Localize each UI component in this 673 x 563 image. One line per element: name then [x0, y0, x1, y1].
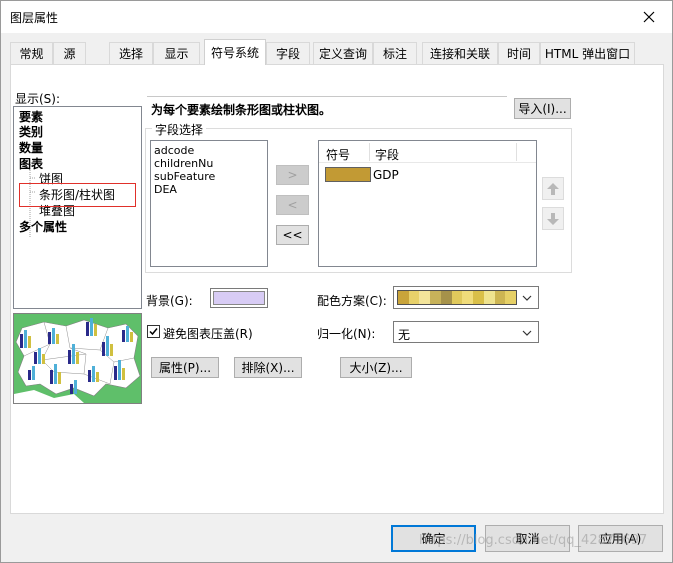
tab-labels[interactable]: 标注 [373, 42, 417, 64]
window-title: 图层属性 [10, 11, 59, 25]
color-scheme-swatch [451, 291, 463, 304]
tab-display[interactable]: 显示 [153, 42, 200, 64]
selected-fields-header: 符号 字段 [319, 141, 536, 163]
field-item[interactable]: subFeature [154, 170, 264, 183]
tab-source[interactable]: 源 [53, 42, 86, 64]
size-button[interactable]: 大小(Z)... [340, 357, 412, 378]
move-up-button[interactable] [542, 177, 564, 200]
color-scheme-swatch [430, 291, 441, 304]
import-button[interactable]: 导入(I)... [514, 98, 571, 119]
tree-item-features[interactable]: 要素 [19, 111, 43, 124]
close-icon [643, 11, 655, 22]
background-color-swatch [213, 291, 265, 305]
color-scheme-preview [397, 290, 517, 305]
arrow-down-icon [547, 212, 559, 225]
color-scheme-swatch [440, 291, 452, 304]
renderer-tree[interactable]: 要素 类别 数量 图表 饼图 条形图/柱状图 堆叠图 多个属性 [13, 106, 142, 309]
color-scheme-label: 配色方案(C): [317, 294, 387, 308]
tab-joins-relates[interactable]: 连接和关联 [422, 42, 498, 64]
chevron-down-icon [522, 295, 532, 301]
watermark: https://blog.csdn.net/qq_42871697 [419, 533, 648, 548]
layer-properties-dialog: 图层属性 常规 源 选择 显示 符号系统 字段 定义查询 标注 连接和关联 时间… [0, 0, 673, 563]
tab-fields[interactable]: 字段 [266, 42, 310, 64]
tree-item-categories[interactable]: 类别 [19, 126, 43, 139]
close-button[interactable] [626, 1, 672, 32]
color-scheme-swatch [494, 291, 506, 304]
color-scheme-swatch [419, 291, 431, 304]
color-scheme-dropdown[interactable] [393, 286, 539, 309]
gdp-field-label[interactable]: GDP [373, 168, 399, 182]
field-selection-title: 字段选择 [152, 121, 207, 138]
description-text: 为每个要素绘制条形图或柱状图。 [147, 96, 507, 117]
preview-map-image [14, 314, 141, 403]
move-down-button[interactable] [542, 207, 564, 230]
selection-highlight [19, 183, 136, 207]
color-scheme-swatch [462, 291, 474, 304]
color-scheme-swatch [505, 291, 517, 304]
title-bar: 图层属性 [1, 1, 672, 33]
tree-item-quantities[interactable]: 数量 [19, 142, 43, 155]
gdp-symbol-swatch[interactable] [325, 167, 371, 182]
field-column-header: 字段 [375, 148, 400, 162]
available-fields-list[interactable]: adcode childrenNu subFeature DEA [150, 140, 268, 267]
checkmark-icon [149, 328, 158, 336]
color-scheme-swatch [398, 291, 409, 304]
tab-selection[interactable]: 选择 [109, 42, 153, 64]
move-right-button[interactable]: > [276, 165, 309, 185]
move-left-button[interactable]: < [276, 195, 309, 215]
normalize-dropdown[interactable]: 无 [393, 321, 539, 343]
tab-html-popup[interactable]: HTML 弹出窗口 [540, 42, 635, 64]
tab-symbology[interactable]: 符号系统 [204, 39, 266, 65]
chevron-down-icon [522, 330, 532, 336]
prevent-overlap-checkbox[interactable] [147, 325, 160, 338]
normalize-label: 归一化(N): [317, 327, 376, 341]
color-scheme-swatch [408, 291, 420, 304]
field-item[interactable]: childrenNu [154, 157, 264, 170]
tab-general[interactable]: 常规 [10, 42, 53, 64]
move-all-left-button[interactable]: << [276, 225, 309, 245]
symbology-panel: 显示(S): 要素 类别 数量 图表 饼图 条形图/柱状图 堆叠图 多个属性 为… [10, 64, 664, 514]
prevent-overlap-label[interactable]: 避免图表压盖(R) [163, 325, 253, 342]
tab-definition-query[interactable]: 定义查询 [313, 42, 373, 64]
color-scheme-swatch [483, 291, 495, 304]
properties-button[interactable]: 属性(P)... [151, 357, 219, 378]
normalize-value: 无 [398, 328, 411, 342]
arrow-up-icon [547, 182, 559, 195]
tree-item-charts[interactable]: 图表 [19, 158, 43, 171]
background-label: 背景(G): [146, 294, 193, 308]
background-color-button[interactable] [210, 288, 268, 308]
exclude-button[interactable]: 排除(X)... [234, 357, 302, 378]
color-scheme-swatch [473, 291, 484, 304]
tab-time[interactable]: 时间 [498, 42, 540, 64]
field-item[interactable]: adcode [154, 144, 264, 157]
tree-item-multiple-attributes[interactable]: 多个属性 [19, 221, 67, 234]
symbol-column-header: 符号 [326, 148, 351, 162]
display-label: 显示(S): [15, 92, 61, 106]
preview-thumbnail [13, 313, 142, 404]
selected-fields-list[interactable]: 符号 字段 GDP [318, 140, 537, 267]
field-item[interactable]: DEA [154, 183, 264, 196]
